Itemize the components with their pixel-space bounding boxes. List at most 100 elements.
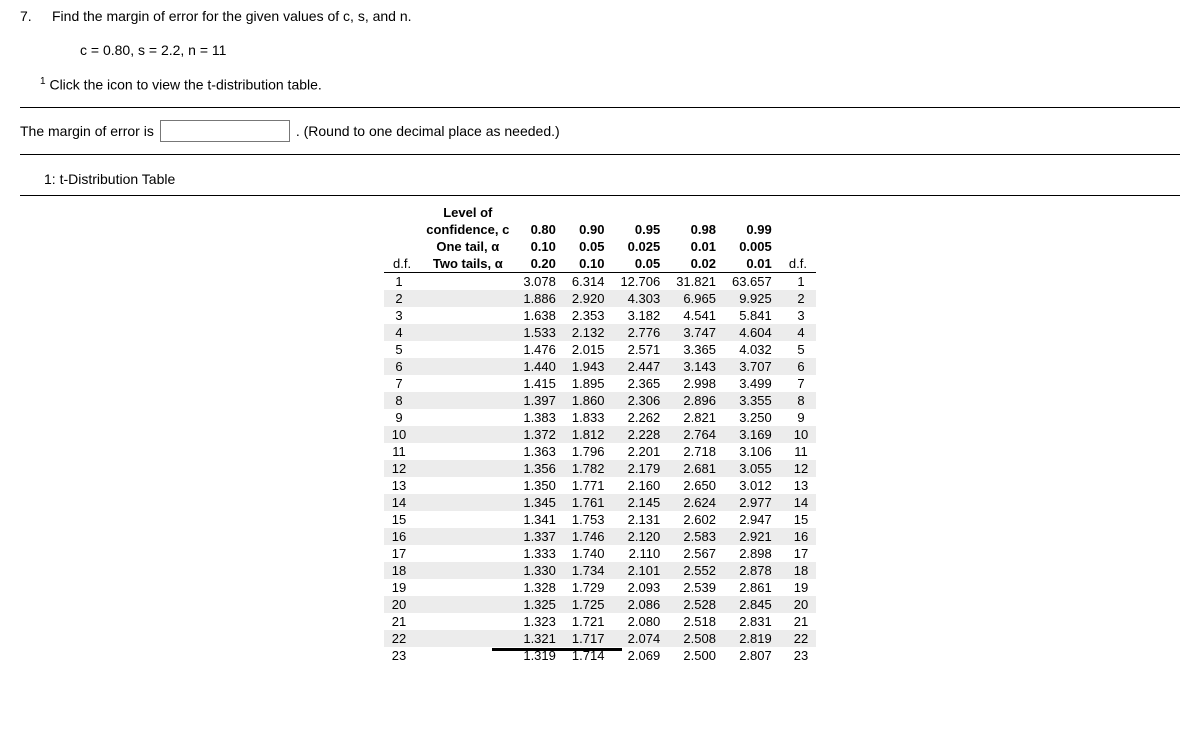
value-cell: 2.132 xyxy=(564,324,613,341)
value-cell: 2.920 xyxy=(564,290,613,307)
df-left-cell: 22 xyxy=(384,630,420,647)
df-left-cell: 17 xyxy=(384,545,420,562)
df-left-cell: 21 xyxy=(384,613,420,630)
value-cell: 2.160 xyxy=(612,477,668,494)
header-c-0: 0.80 xyxy=(515,221,564,238)
table-row: 101.3721.8122.2282.7643.16910 xyxy=(384,426,816,443)
value-cell: 1.383 xyxy=(515,409,564,426)
blank-cell xyxy=(420,647,515,664)
value-cell: 2.845 xyxy=(724,596,780,613)
value-cell: 2.080 xyxy=(612,613,668,630)
blank-cell xyxy=(420,460,515,477)
df-right-cell: 21 xyxy=(780,613,816,630)
table-row: 141.3451.7612.1452.6242.97714 xyxy=(384,494,816,511)
df-left-cell: 4 xyxy=(384,324,420,341)
value-cell: 1.796 xyxy=(564,443,613,460)
value-cell: 4.604 xyxy=(724,324,780,341)
t-distribution-table: Level of confidence, c 0.80 0.90 0.95 0.… xyxy=(384,204,816,664)
table-row: 21.8862.9204.3036.9659.9252 xyxy=(384,290,816,307)
value-cell: 12.706 xyxy=(612,272,668,290)
value-cell: 2.101 xyxy=(612,562,668,579)
margin-of-error-input[interactable] xyxy=(160,120,290,142)
value-cell: 2.571 xyxy=(612,341,668,358)
value-cell: 1.319 xyxy=(515,647,564,664)
value-cell: 2.120 xyxy=(612,528,668,545)
value-cell: 1.771 xyxy=(564,477,613,494)
header-row-onetail: One tail, α 0.10 0.05 0.025 0.01 0.005 xyxy=(384,238,816,255)
value-cell: 2.878 xyxy=(724,562,780,579)
value-cell: 1.333 xyxy=(515,545,564,562)
value-cell: 1.638 xyxy=(515,307,564,324)
df-left-cell: 18 xyxy=(384,562,420,579)
value-cell: 1.746 xyxy=(564,528,613,545)
blank-cell xyxy=(420,528,515,545)
df-left-cell: 9 xyxy=(384,409,420,426)
answer-label-before: The margin of error is xyxy=(20,123,154,139)
df-left-cell: 7 xyxy=(384,375,420,392)
header-row-twotails: d.f. Two tails, α 0.20 0.10 0.05 0.02 0.… xyxy=(384,255,816,273)
value-cell: 2.821 xyxy=(668,409,724,426)
reference-title: 1: t-Distribution Table xyxy=(44,171,1180,187)
value-cell: 1.328 xyxy=(515,579,564,596)
value-cell: 2.624 xyxy=(668,494,724,511)
table-row: 131.3501.7712.1602.6503.01213 xyxy=(384,477,816,494)
df-right-cell: 12 xyxy=(780,460,816,477)
value-cell: 2.201 xyxy=(612,443,668,460)
value-cell: 2.819 xyxy=(724,630,780,647)
table-row: 61.4401.9432.4473.1433.7076 xyxy=(384,358,816,375)
df-left-cell: 23 xyxy=(384,647,420,664)
df-right-cell: 7 xyxy=(780,375,816,392)
value-cell: 2.602 xyxy=(668,511,724,528)
header-tt-4: 0.01 xyxy=(724,255,780,273)
value-cell: 1.734 xyxy=(564,562,613,579)
value-cell: 1.761 xyxy=(564,494,613,511)
header-c-1: 0.90 xyxy=(564,221,613,238)
table-row: 201.3251.7252.0862.5282.84520 xyxy=(384,596,816,613)
blank-cell xyxy=(420,477,515,494)
value-cell: 1.895 xyxy=(564,375,613,392)
blank-cell xyxy=(420,426,515,443)
df-right-cell: 5 xyxy=(780,341,816,358)
header-levelof: Level of xyxy=(420,204,515,221)
table-row: 121.3561.7822.1792.6813.05512 xyxy=(384,460,816,477)
blank-cell xyxy=(420,307,515,324)
value-cell: 1.350 xyxy=(515,477,564,494)
blank-cell xyxy=(420,579,515,596)
df-right-cell: 20 xyxy=(780,596,816,613)
value-cell: 1.337 xyxy=(515,528,564,545)
df-right-cell: 19 xyxy=(780,579,816,596)
value-cell: 1.860 xyxy=(564,392,613,409)
divider-top xyxy=(20,107,1180,108)
value-cell: 31.821 xyxy=(668,272,724,290)
header-ot-2: 0.025 xyxy=(612,238,668,255)
view-table-link[interactable]: Click the icon to view the t-distributio… xyxy=(49,77,321,93)
header-row-confidence: confidence, c 0.80 0.90 0.95 0.98 0.99 xyxy=(384,221,816,238)
value-cell: 2.947 xyxy=(724,511,780,528)
table-row: 71.4151.8952.3652.9983.4997 xyxy=(384,375,816,392)
value-cell: 2.998 xyxy=(668,375,724,392)
value-cell: 1.753 xyxy=(564,511,613,528)
value-cell: 2.306 xyxy=(612,392,668,409)
value-cell: 1.341 xyxy=(515,511,564,528)
given-values: c = 0.80, s = 2.2, n = 11 xyxy=(80,42,1180,58)
blank-cell xyxy=(420,494,515,511)
df-right-cell: 13 xyxy=(780,477,816,494)
value-cell: 1.323 xyxy=(515,613,564,630)
value-cell: 2.567 xyxy=(668,545,724,562)
value-cell: 3.182 xyxy=(612,307,668,324)
value-cell: 2.921 xyxy=(724,528,780,545)
header-c-4: 0.99 xyxy=(724,221,780,238)
value-cell: 2.776 xyxy=(612,324,668,341)
df-right-cell: 15 xyxy=(780,511,816,528)
df-left-cell: 19 xyxy=(384,579,420,596)
header-c-2: 0.95 xyxy=(612,221,668,238)
header-c-3: 0.98 xyxy=(668,221,724,238)
df-left-cell: 14 xyxy=(384,494,420,511)
df-right-cell: 16 xyxy=(780,528,816,545)
df-right-cell: 1 xyxy=(780,272,816,290)
value-cell: 1.714 xyxy=(564,647,613,664)
df-left-cell: 3 xyxy=(384,307,420,324)
two-tails-text: Two tails, α xyxy=(433,256,503,271)
value-cell: 1.363 xyxy=(515,443,564,460)
table-row: 221.3211.7172.0742.5082.81922 xyxy=(384,630,816,647)
